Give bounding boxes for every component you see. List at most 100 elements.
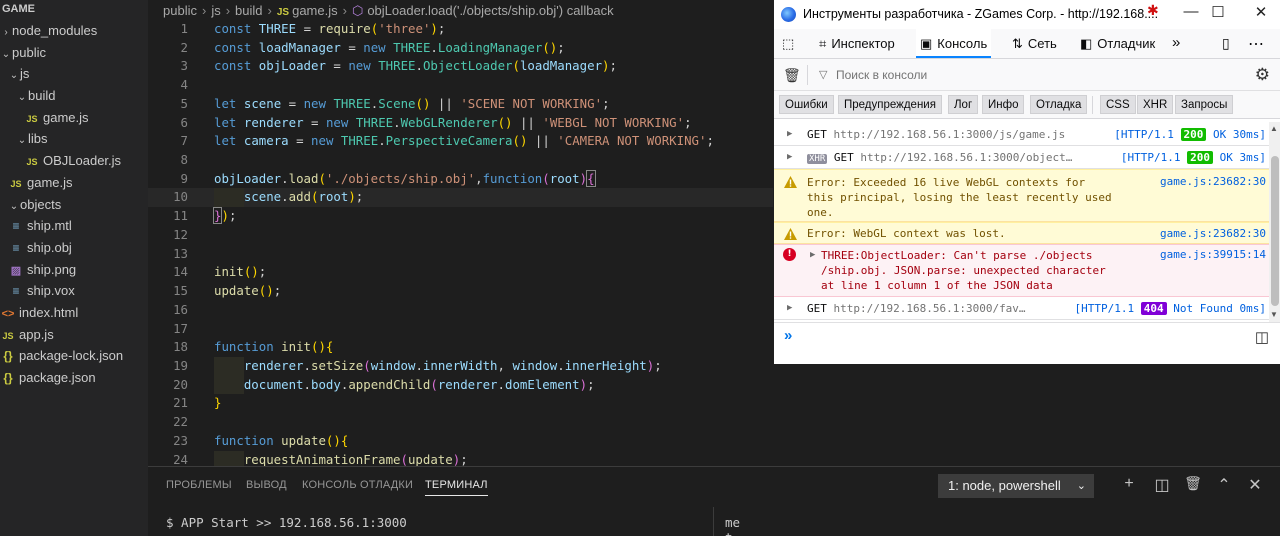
- code-line: 6 let renderer = new THREE.WebGLRenderer(…: [148, 114, 778, 133]
- scroll-up-icon[interactable]: ▲: [1270, 124, 1278, 133]
- tab-console[interactable]: ▣ Консоль: [916, 29, 992, 58]
- tree-item-label: node_modules: [12, 23, 98, 38]
- code-text: const THREE = require('three');: [214, 21, 446, 36]
- code-line: 7 let camera = new THREE.PerspectiveCamer…: [148, 132, 778, 151]
- dock-icon[interactable]: ▯: [1222, 35, 1230, 52]
- console-message-warning[interactable]: Error: Exceeded 16 live WebGL contexts f…: [774, 169, 1269, 222]
- filter-info[interactable]: Инфо: [982, 95, 1025, 114]
- breadcrumb-item[interactable]: public: [163, 3, 197, 18]
- menu-icon[interactable]: ⋯: [1248, 34, 1264, 54]
- tree-item-label: ship.vox: [27, 283, 75, 299]
- filter-xhr[interactable]: XHR: [1137, 95, 1174, 114]
- maximize-icon[interactable]: ☐: [1203, 3, 1233, 21]
- tree-item[interactable]: ⌄ objects: [0, 194, 148, 216]
- console-message-network[interactable]: ▶ GET http://192.168.56.1:3000/js/game.j…: [774, 122, 1269, 146]
- tree-item[interactable]: ≡ ship.vox: [0, 280, 148, 302]
- tab-debug-console[interactable]: КОНСОЛЬ ОТЛАДКИ: [302, 479, 413, 491]
- console-message-error[interactable]: ! ▶ THREE:ObjectLoader: Can't parse ./ob…: [774, 244, 1269, 297]
- tab-output[interactable]: ВЫВОД: [246, 479, 287, 491]
- expand-triangle-icon[interactable]: ▶: [810, 250, 815, 260]
- filter-requests[interactable]: Запросы: [1175, 95, 1234, 114]
- tab-problems[interactable]: ПРОБЛЕМЫ: [166, 479, 232, 491]
- expand-triangle-icon[interactable]: ▶: [787, 303, 792, 313]
- breadcrumb-item[interactable]: objLoader.load('./objects/ship.obj') cal…: [367, 3, 613, 18]
- tree-item[interactable]: JS OBJLoader.js: [0, 150, 148, 172]
- terminal-line: me t ...: [725, 515, 763, 536]
- line-number: 5: [180, 95, 188, 111]
- scroll-down-icon[interactable]: ▼: [1270, 310, 1278, 319]
- tab-debugger[interactable]: ◧ Отладчик: [1080, 36, 1155, 52]
- code-line: 9 objLoader.load('./objects/ship.obj',fun…: [148, 169, 778, 189]
- split-console-icon[interactable]: ◫: [1255, 328, 1269, 346]
- filter-debug[interactable]: Отладка: [1030, 95, 1088, 114]
- expand-triangle-icon[interactable]: ▶: [787, 129, 792, 139]
- tree-item[interactable]: ⌄ js: [0, 63, 148, 85]
- message-source-link[interactable]: game.js:23682:30: [1160, 175, 1266, 188]
- more-tools-icon[interactable]: »: [1172, 34, 1180, 51]
- tree-item[interactable]: ⌄ public: [0, 42, 148, 64]
- filter-errors[interactable]: Ошибки: [779, 95, 834, 114]
- terminal-output-split[interactable]: me t ...: [725, 515, 1275, 536]
- code-text: document.body.appendChild(renderer.domEl…: [243, 376, 595, 392]
- devtools-window: Инструменты разработчика - ZGames Corp. …: [773, 0, 1280, 364]
- console-search-input[interactable]: Поиск в консоли: [836, 68, 927, 82]
- tree-item[interactable]: JS app.js: [0, 324, 148, 346]
- code-text: const loadManager = new THREE.LoadingMan…: [214, 39, 565, 55]
- breadcrumb-item[interactable]: build: [235, 3, 262, 18]
- filter-css[interactable]: CSS: [1100, 95, 1136, 114]
- code-line: 19 renderer.setSize(window.innerWidth, w…: [148, 356, 778, 376]
- code-text: });: [212, 207, 237, 225]
- terminal-output[interactable]: $ APP Start >> 192.168.56.1:3000: [166, 515, 407, 530]
- tree-item[interactable]: ⌄ build: [0, 85, 148, 107]
- trash-icon[interactable]: 🗑: [1182, 475, 1204, 492]
- line-number: 18: [173, 339, 188, 355]
- tree-item[interactable]: {} package.json: [0, 367, 148, 389]
- message-source-link[interactable]: game.js:23682:30: [1160, 227, 1266, 240]
- tree-item[interactable]: ≡ ship.mtl: [0, 215, 148, 237]
- terminal-select[interactable]: 1: node, powershell ⌄: [938, 474, 1094, 498]
- scrollbar-thumb[interactable]: [1271, 156, 1279, 306]
- tab-inspector[interactable]: ⌗ Инспектор: [819, 36, 895, 52]
- split-icon[interactable]: ◫: [1151, 475, 1173, 495]
- console-message-warning[interactable]: Error: WebGL context was lost. game.js:2…: [774, 222, 1269, 244]
- filter-logs[interactable]: Лог: [948, 95, 979, 114]
- gear-icon[interactable]: ⚙: [1255, 65, 1270, 85]
- tree-item[interactable]: ⌄ libs: [0, 128, 148, 150]
- tab-network[interactable]: ⇅ Сеть: [1012, 36, 1057, 52]
- breadcrumb-item[interactable]: js: [211, 3, 220, 18]
- console-message-xhr[interactable]: ▶ XHR GET http://192.168.56.1:3000/objec…: [774, 146, 1269, 169]
- chevron-up-icon[interactable]: ⌃: [1213, 475, 1235, 495]
- bug-icon: ✱: [1147, 2, 1159, 18]
- code-lines[interactable]: 1 const THREE = require('three'); 2 const …: [148, 20, 778, 470]
- filter-warnings[interactable]: Предупреждения: [838, 95, 942, 114]
- file-icon: ≡: [12, 219, 20, 234]
- tree-item[interactable]: JS game.js: [0, 107, 148, 129]
- element-picker-icon[interactable]: ⬚: [782, 36, 799, 52]
- tree-item-label: app.js: [19, 326, 54, 342]
- close-icon[interactable]: ✕: [1246, 3, 1276, 21]
- minimize-icon[interactable]: —: [1176, 3, 1206, 20]
- close-icon[interactable]: ✕: [1244, 475, 1266, 495]
- console-message-network[interactable]: ▶ GET http://192.168.56.1:3000/fav… [HTT…: [774, 297, 1269, 320]
- plus-icon[interactable]: +: [1118, 475, 1140, 493]
- firefox-icon: [781, 7, 796, 22]
- clear-console-icon[interactable]: 🗑: [783, 67, 801, 84]
- code-line: 8: [148, 151, 778, 170]
- tree-item[interactable]: {} package-lock.json: [0, 345, 148, 367]
- console-scrollbar[interactable]: ▲ ▼: [1269, 122, 1280, 322]
- chevron-right-icon: ›: [201, 3, 207, 18]
- tree-item[interactable]: JS game.js: [0, 172, 148, 194]
- expand-triangle-icon[interactable]: ▶: [787, 152, 792, 162]
- console-categories: Ошибки Предупреждения Лог Инфо Отладка C…: [774, 91, 1280, 119]
- console-input[interactable]: » ◫: [774, 322, 1280, 364]
- bottom-panel: ПРОБЛЕМЫ ВЫВОД КОНСОЛЬ ОТЛАДКИ ТЕРМИНАЛ …: [148, 466, 1280, 536]
- tab-terminal[interactable]: ТЕРМИНАЛ: [425, 479, 488, 496]
- tree-item[interactable]: › node_modules: [0, 20, 148, 42]
- line-number: 16: [173, 301, 188, 317]
- tree-item[interactable]: ▨ ship.png: [0, 259, 148, 281]
- breadcrumb-item[interactable]: game.js: [292, 3, 338, 18]
- tree-item[interactable]: <> index.html: [0, 302, 148, 324]
- tree-item[interactable]: ≡ ship.obj: [0, 237, 148, 259]
- message-source-link[interactable]: game.js:39915:14: [1160, 248, 1266, 261]
- status-badge: 200: [1187, 151, 1214, 164]
